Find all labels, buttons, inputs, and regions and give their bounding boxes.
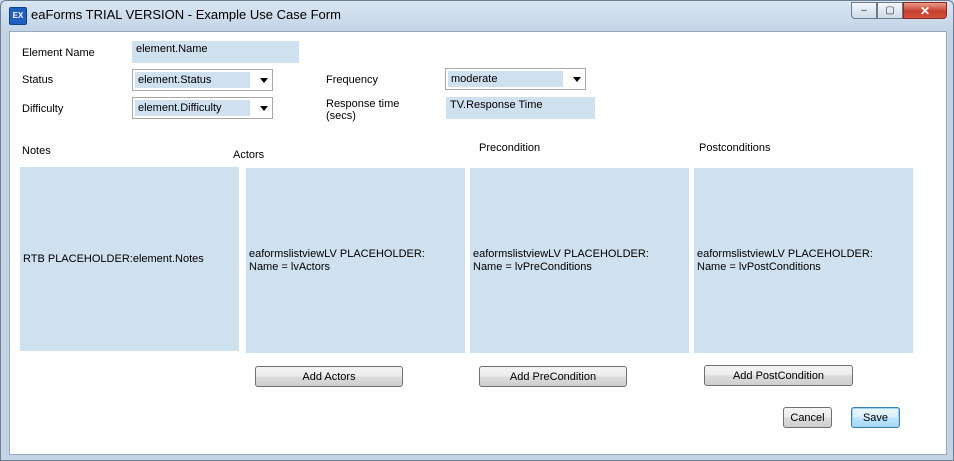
- add-postcondition-button[interactable]: Add PostCondition: [704, 365, 853, 386]
- cancel-button[interactable]: Cancel: [783, 407, 832, 428]
- save-button[interactable]: Save: [851, 407, 900, 428]
- status-dropdown[interactable]: element.Status: [132, 69, 273, 91]
- postconditions-placeholder-line1: eaformslistviewLV PLACEHOLDER:: [697, 247, 873, 260]
- status-label: Status: [22, 74, 54, 86]
- minimize-icon: ‒: [861, 5, 867, 16]
- chevron-down-icon: [573, 77, 581, 82]
- close-icon: ✕: [919, 3, 931, 18]
- window-title: eaForms TRIAL VERSION - Example Use Case…: [31, 7, 341, 22]
- actors-list-view[interactable]: eaformslistviewLV PLACEHOLDER: Name = lv…: [246, 168, 465, 353]
- response-time-unit-label: (secs): [326, 110, 356, 122]
- frequency-value: moderate: [448, 71, 563, 87]
- chevron-down-icon: [260, 78, 268, 83]
- precondition-list-view[interactable]: eaformslistviewLV PLACEHOLDER: Name = lv…: [470, 168, 689, 353]
- close-button[interactable]: ✕: [903, 2, 947, 19]
- notes-rich-text-box[interactable]: RTB PLACEHOLDER:element.Notes: [20, 167, 239, 351]
- maximize-icon: ▢: [885, 5, 895, 16]
- precondition-placeholder-line2: Name = lvPreConditions: [473, 260, 592, 273]
- element-name-label: Element Name: [22, 47, 95, 59]
- title-bar[interactable]: EX eaForms TRIAL VERSION - Example Use C…: [1, 1, 953, 29]
- form-area: Element Name element.Name Status element…: [9, 31, 947, 455]
- application-window: EX eaForms TRIAL VERSION - Example Use C…: [0, 0, 954, 461]
- element-name-field[interactable]: element.Name: [132, 41, 299, 63]
- precondition-placeholder-line1: eaformslistviewLV PLACEHOLDER:: [473, 247, 649, 260]
- postconditions-list-placeholder: eaformslistviewLV PLACEHOLDER: Name = lv…: [697, 248, 873, 274]
- difficulty-dropdown[interactable]: element.Difficulty: [132, 97, 273, 119]
- frequency-dropdown[interactable]: moderate: [445, 68, 586, 90]
- actors-placeholder-line1: eaformslistviewLV PLACEHOLDER:: [249, 247, 425, 260]
- notes-placeholder: RTB PLACEHOLDER:element.Notes: [23, 252, 204, 265]
- chevron-down-icon: [260, 106, 268, 111]
- postconditions-list-view[interactable]: eaformslistviewLV PLACEHOLDER: Name = lv…: [694, 168, 913, 353]
- postconditions-placeholder-line2: Name = lvPostConditions: [697, 260, 821, 273]
- difficulty-label: Difficulty: [22, 103, 64, 115]
- status-value: element.Status: [135, 72, 250, 88]
- notes-label: Notes: [22, 145, 51, 157]
- actors-list-placeholder: eaformslistviewLV PLACEHOLDER: Name = lv…: [249, 248, 425, 274]
- actors-placeholder-line2: Name = lvActors: [249, 260, 330, 273]
- add-actors-button[interactable]: Add Actors: [255, 366, 403, 387]
- frequency-label: Frequency: [326, 74, 378, 86]
- precondition-label: Precondition: [479, 142, 541, 154]
- minimize-button[interactable]: ‒: [851, 2, 877, 19]
- difficulty-value: element.Difficulty: [135, 100, 250, 116]
- response-time-field[interactable]: TV.Response Time: [446, 97, 595, 119]
- actors-label: Actors: [233, 149, 265, 161]
- add-precondition-button[interactable]: Add PreCondition: [479, 366, 627, 387]
- maximize-button[interactable]: ▢: [877, 2, 903, 19]
- app-icon: EX: [9, 7, 27, 25]
- response-time-label: Response time: [326, 98, 400, 110]
- postconditions-label: Postconditions: [699, 142, 771, 154]
- precondition-list-placeholder: eaformslistviewLV PLACEHOLDER: Name = lv…: [473, 248, 649, 274]
- window-controls: ‒ ▢ ✕: [851, 2, 947, 20]
